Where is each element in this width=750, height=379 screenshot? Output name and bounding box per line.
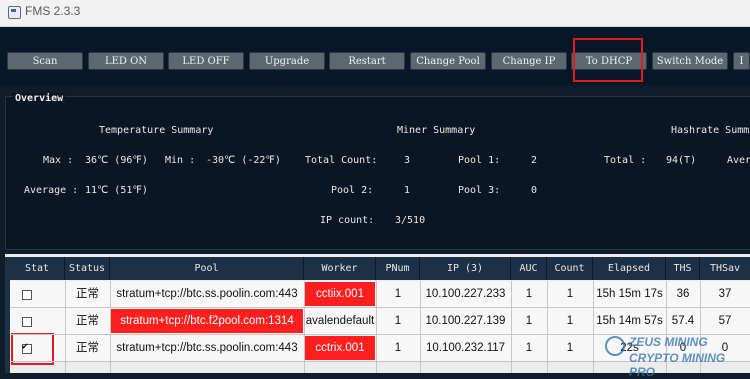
overview-panel [5, 96, 750, 250]
change-pool-button[interactable]: Change Pool [410, 52, 486, 70]
highlight-to-dhcp [573, 38, 643, 82]
col-header-worker[interactable]: Worker [304, 257, 376, 280]
scan-button[interactable]: Scan [7, 52, 83, 70]
pool3-label: Pool 3: [458, 185, 501, 196]
status-cell: 正常 [76, 288, 99, 300]
pnum-cell: 1 [394, 288, 402, 300]
thsav-cell: 57 [718, 315, 732, 327]
temp-max-value: 36℃ (96℉) [85, 155, 148, 166]
status-cell: 正常 [76, 315, 99, 327]
watermark-line1: ZEUS MINING [629, 335, 708, 349]
auc-cell: 1 [525, 315, 533, 327]
pool-cell: stratum+tcp://btc.f2pool.com:1314 [111, 309, 303, 333]
col-divider [547, 281, 548, 373]
col-divider [376, 281, 377, 373]
row-divider [10, 307, 750, 308]
pnum-cell: 1 [394, 315, 402, 327]
ip-count-value: 3/510 [395, 215, 426, 226]
count-cell: 1 [566, 342, 574, 354]
restart-button[interactable]: Restart [329, 52, 405, 70]
pool-cell: stratum+tcp://btc.ss.poolin.com:443 [116, 342, 298, 354]
col-divider [420, 281, 421, 373]
miner-total-value: 3 [404, 155, 411, 166]
zeus-logo-icon [605, 336, 625, 356]
col-header-count[interactable]: Count [547, 257, 593, 280]
auc-cell: 1 [525, 342, 533, 354]
col-header-pool[interactable]: Pool [110, 257, 304, 280]
col-header-elapsed[interactable]: Elapsed [593, 257, 666, 280]
col-divider [511, 281, 512, 373]
count-cell: 1 [566, 288, 574, 300]
hashrate-avg-label: Aver [727, 155, 750, 166]
change-ip-button[interactable]: Change IP [491, 52, 567, 70]
col-divider [65, 281, 66, 373]
worker-cell: avalendefault [305, 315, 375, 327]
hashrate-total-value: 94(T) [666, 155, 697, 166]
watermark-line2: CRYPTO MINING PRO [629, 351, 726, 379]
led-off-button[interactable]: LED OFF [168, 52, 244, 70]
row-checkbox[interactable] [22, 290, 32, 300]
elapsed-cell: 15h 15m 17s [596, 288, 663, 300]
more-button[interactable]: I [733, 52, 750, 70]
overview-title: Overview [13, 93, 66, 104]
col-divider [304, 281, 305, 373]
pool2-value: 1 [404, 185, 411, 196]
pool1-value: 2 [531, 155, 538, 166]
ip-cell: 10.100.232.117 [425, 342, 506, 354]
ths-cell: 36 [676, 288, 690, 300]
upgrade-button[interactable]: Upgrade [249, 52, 325, 70]
pnum-cell: 1 [394, 342, 402, 354]
col-divider [593, 281, 594, 373]
miner-summary-heading: Miner Summary [397, 125, 476, 136]
ip-count-label: IP count: [320, 215, 375, 226]
ip-cell: 10.100.227.233 [425, 288, 506, 300]
window-title: FMS 2.3.3 [25, 4, 81, 18]
temp-avg-label: Average : [24, 185, 79, 196]
switch-mode-button[interactable]: Switch Mode [652, 52, 728, 70]
col-divider [110, 281, 111, 373]
pool-cell: stratum+tcp://btc.ss.poolin.com:443 [116, 288, 298, 300]
col-header-stat[interactable]: Stat [10, 257, 65, 280]
temp-min-label: Min : [165, 155, 196, 166]
col-header-thsav[interactable]: THSav [700, 257, 750, 280]
auc-cell: 1 [525, 288, 533, 300]
ip-cell: 10.100.227.139 [425, 315, 506, 327]
pool2-label: Pool 2: [331, 185, 374, 196]
watermark: ZEUS MINING CRYPTO MINING PRO [605, 333, 750, 379]
pool3-value: 0 [531, 185, 538, 196]
worker-cell: cctiix.001 [305, 282, 375, 306]
col-header-ths[interactable]: THS [666, 257, 700, 280]
elapsed-cell: 15h 14m 57s [596, 315, 663, 327]
thsav-cell: 37 [718, 288, 732, 300]
count-cell: 1 [566, 315, 574, 327]
hashrate-summary-heading: Hashrate Summar [671, 125, 750, 136]
status-cell: 正常 [76, 342, 99, 354]
col-header-pnum[interactable]: PNum [376, 257, 420, 280]
hashrate-total-label: Total : [604, 155, 647, 166]
temp-max-label: Max : [43, 155, 74, 166]
ths-cell: 57.4 [671, 315, 695, 327]
temp-avg-value: 11℃ (51℉) [85, 185, 148, 196]
temp-min-value: -30℃ (-22℉) [206, 155, 281, 166]
pool1-label: Pool 1: [458, 155, 501, 166]
title-bar: FMS 2.3.3 [0, 0, 750, 27]
temperature-summary-heading: Temperature Summary [99, 125, 214, 136]
col-header-ip[interactable]: IP (3) [420, 257, 511, 280]
miner-total-label: Total Count: [305, 155, 378, 166]
led-on-button[interactable]: LED ON [88, 52, 164, 70]
col-header-auc[interactable]: AUC [511, 257, 547, 280]
col-header-status[interactable]: Status [65, 257, 110, 280]
row-checkbox[interactable] [22, 317, 32, 327]
worker-cell: cctrix.001 [305, 336, 375, 360]
app-icon [8, 6, 21, 19]
